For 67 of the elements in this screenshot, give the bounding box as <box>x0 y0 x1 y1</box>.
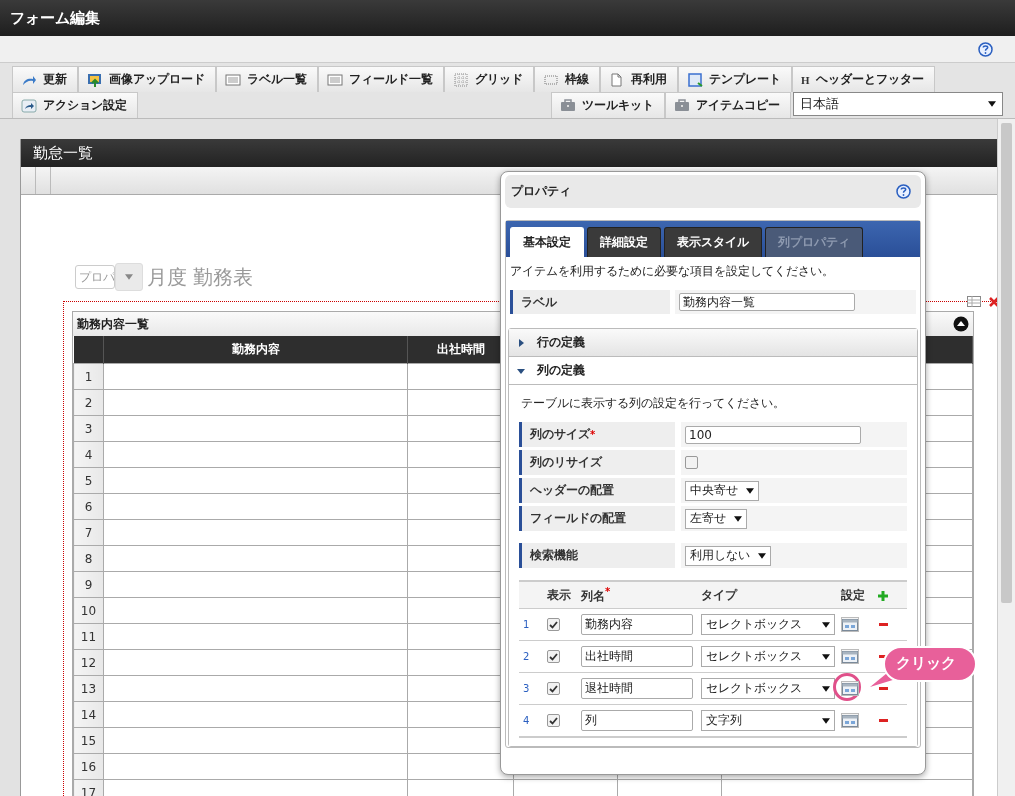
text-field[interactable]: 退社時間 <box>581 678 693 699</box>
tab[interactable]: 表示スタイル <box>664 227 762 257</box>
toolbar-button[interactable]: ツールキット <box>551 92 665 118</box>
setting-label: ラベル <box>510 290 670 314</box>
form-title: 勤怠一覧 <box>21 139 999 167</box>
row-number: 3 <box>73 415 104 442</box>
tab[interactable]: 基本設定 <box>510 227 584 257</box>
text-field[interactable]: 100 <box>685 425 861 444</box>
text-field[interactable]: 出社時間 <box>581 646 693 667</box>
setting-label: ヘッダーの配置 <box>519 478 675 503</box>
tab[interactable]: 詳細設定 <box>587 227 661 257</box>
row-number: 4 <box>73 441 104 468</box>
row-number: 12 <box>73 649 104 676</box>
row-number: 4 <box>523 715 531 726</box>
row-number: 15 <box>73 727 104 754</box>
toolbar-button[interactable]: 再利用 <box>600 66 678 92</box>
window-title: フォーム編集 <box>0 0 1015 36</box>
column-header: 設定 <box>841 586 866 604</box>
description-text: テーブルに表示する列の設定を行ってください。 <box>520 395 786 412</box>
toolbar-button[interactable]: テンプレート <box>678 66 792 92</box>
dialog-title: プロパティ <box>511 183 571 200</box>
select-field[interactable]: 利用しない <box>685 545 771 566</box>
row-number: 11 <box>73 623 104 650</box>
select-field[interactable]: 文字列 <box>701 710 835 731</box>
toolbar-button[interactable]: 枠線 <box>534 66 600 92</box>
row-number: 1 <box>73 363 104 390</box>
toolbar-button[interactable]: グリッド <box>444 66 534 92</box>
setting-label: 検索機能 <box>519 543 675 568</box>
column-header: 列名$^{*}$ <box>581 585 612 605</box>
toolbar-button[interactable]: アイテムコピー <box>665 92 791 118</box>
toolbar-button[interactable]: アクション設定 <box>12 92 138 118</box>
text-field[interactable]: 勤務内容一覧 <box>679 293 855 311</box>
row-number: 14 <box>73 701 104 728</box>
table-title: 勤務内容一覧 <box>77 315 149 333</box>
setting-label: フィールドの配置 <box>519 506 675 531</box>
select-field[interactable]: 中央寄せ <box>685 480 759 501</box>
row-number: 5 <box>73 467 104 494</box>
select-field[interactable]: 左寄せ <box>685 508 747 529</box>
language-select[interactable]: 日本語 <box>793 92 1003 116</box>
row-number: 10 <box>73 597 104 624</box>
text-field[interactable]: 勤務内容 <box>581 614 693 635</box>
toolbar-button[interactable]: フィールド一覧 <box>318 66 444 92</box>
toolbar-button[interactable]: ラベル一覧 <box>216 66 318 92</box>
select-field[interactable]: セレクトボックス <box>701 678 835 699</box>
row-number: 1 <box>523 619 531 630</box>
text-field[interactable]: 列 <box>581 710 693 731</box>
row-number: 6 <box>73 493 104 520</box>
column-header: 勤務内容 <box>103 336 408 364</box>
select-field[interactable]: セレクトボックス <box>701 646 835 667</box>
column-header: タイプ <box>701 586 739 604</box>
row-number: 16 <box>73 753 104 780</box>
row-number: 8 <box>73 545 104 572</box>
column-header: 表示 <box>547 586 572 604</box>
row-number: 7 <box>73 519 104 546</box>
form-heading: 月度 勤務表 <box>147 263 254 291</box>
select-field[interactable]: セレクトボックス <box>701 614 835 635</box>
row-number: 3 <box>523 683 531 694</box>
section-header[interactable]: 行の定義 <box>509 329 917 357</box>
toolbar-button[interactable]: H ヘッダーとフッター <box>792 66 935 92</box>
description-text: アイテムを利用するために必要な項目を設定してください。 <box>509 263 835 280</box>
toolbar-button[interactable]: 更新 <box>12 66 78 92</box>
row-number: 2 <box>73 389 104 416</box>
row-number: 13 <box>73 675 104 702</box>
row-number: 2 <box>523 651 531 662</box>
row-number: 9 <box>73 571 104 598</box>
toolbar-button[interactable]: 画像アップロード <box>78 66 216 92</box>
setting-label: 列のリサイズ <box>519 450 675 475</box>
